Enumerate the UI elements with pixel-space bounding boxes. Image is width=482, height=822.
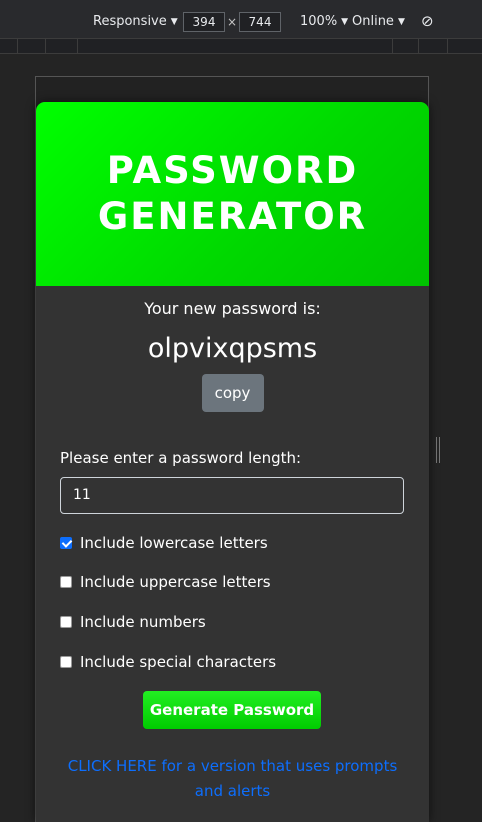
zoom-label: 100% [300,14,338,29]
uppercase-checkbox[interactable] [60,576,72,588]
option-label: Include special characters [80,653,277,671]
width-input[interactable]: 394 [183,12,225,32]
caret-down-icon: ▼ [170,17,178,27]
height-input[interactable]: 744 [239,12,281,32]
rotate-icon[interactable]: ⊘ [421,12,434,30]
caret-down-icon: ▼ [341,17,349,27]
network-select[interactable]: Online ▼ [352,14,405,29]
numbers-checkbox[interactable] [60,616,72,628]
resize-handle[interactable] [436,437,440,463]
prompts-version-link[interactable]: CLICK HERE for a version that uses promp… [56,754,409,804]
network-label: Online [352,14,394,29]
option-special[interactable]: Include special characters [60,653,276,671]
lowercase-checkbox[interactable] [60,537,72,549]
password-output: olpvixqpsms [147,333,318,364]
option-label: Include numbers [80,613,206,631]
option-uppercase[interactable]: Include uppercase letters [60,573,271,591]
option-label: Include uppercase letters [80,573,271,591]
zoom-select[interactable]: 100% ▼ [300,14,348,29]
media-query-ruler [0,38,482,54]
option-numbers[interactable]: Include numbers [60,613,206,631]
card-header: PASSWORD GENERATOR [36,102,429,286]
length-label: Please enter a password length: [60,449,302,467]
copy-button[interactable]: copy [201,374,264,412]
length-input[interactable]: 11 [60,477,404,514]
caret-down-icon: ▼ [397,17,405,27]
generate-password-button[interactable]: Generate Password [143,691,321,729]
card-body: Your new password is: olpvixqpsms copy [36,299,429,412]
option-label: Include lowercase letters [80,534,268,552]
password-generator-card: PASSWORD GENERATOR Your new password is:… [36,102,429,822]
new-password-label: Your new password is: [144,299,321,318]
page-title: PASSWORD GENERATOR [97,149,368,238]
option-lowercase[interactable]: Include lowercase letters [60,534,268,552]
dimension-separator: × [227,15,238,29]
special-checkbox[interactable] [60,656,72,668]
device-select[interactable]: Responsive ▼ [93,14,178,29]
device-select-label: Responsive [93,14,167,29]
